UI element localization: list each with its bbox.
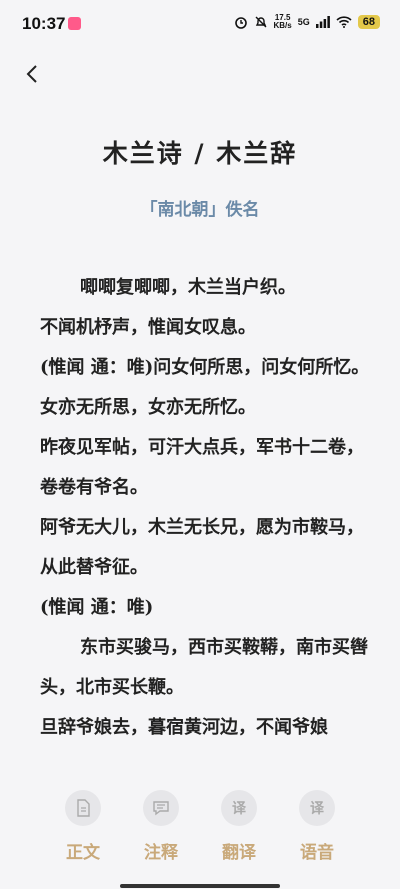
- status-time: 10:37: [22, 14, 66, 33]
- poem-line: 东市买骏马，西市买鞍鞯，南市买辔头，北市买长鞭。: [40, 637, 368, 698]
- tab-label: 语音: [300, 843, 334, 863]
- tab-label: 正文: [66, 843, 100, 863]
- tab-label: 注释: [144, 843, 178, 863]
- poem-line: 女亦无所思，女亦无所忆。: [40, 397, 256, 418]
- poem-line: (惟闻 通：唯)问女何所思，问女何所忆。: [40, 357, 370, 378]
- audio-icon: 译: [310, 801, 324, 817]
- tab-translation[interactable]: 译 翻译: [209, 790, 269, 863]
- app-notification-icon: [68, 17, 81, 30]
- net-speed: 17.5 KB/s: [273, 13, 292, 30]
- status-bar: 10:37 17.5 KB/s 5G 68: [0, 0, 400, 48]
- poem-author[interactable]: 「南北朝」佚名: [0, 195, 400, 220]
- status-icons: 17.5 KB/s 5G 68: [234, 13, 380, 30]
- poem-line: (惟闻 通：唯): [40, 597, 154, 618]
- alarm-icon: [234, 17, 247, 29]
- tab-notes[interactable]: 注释: [131, 790, 191, 863]
- mute-bell-icon: [255, 16, 266, 28]
- network-type: 5G: [297, 17, 310, 27]
- translate-icon: 译: [232, 801, 246, 817]
- poem-line: 唧唧复唧唧，木兰当户织。: [80, 277, 296, 298]
- poem-body: 唧唧复唧唧，木兰当户织。 不闻机杼声，惟闻女叹息。 (惟闻 通：唯)问女何所思，…: [40, 268, 370, 768]
- poem-line: 不闻机杼声，惟闻女叹息。: [40, 317, 256, 338]
- poem-line: 阿爷无大儿，木兰无长兄，愿为市鞍马，从此替爷征。: [40, 517, 364, 578]
- home-indicator[interactable]: [120, 884, 280, 888]
- tab-text[interactable]: 正文: [53, 790, 113, 863]
- comment-icon: [153, 801, 169, 816]
- battery-icon: 68: [357, 15, 380, 29]
- bottom-tab-bar: 正文 注释 译 翻译 译 语音: [0, 778, 400, 889]
- back-button[interactable]: [18, 60, 46, 88]
- signal-icon: [315, 16, 330, 28]
- poem-title: 木兰诗 / 木兰辞: [102, 139, 298, 168]
- tab-label: 翻译: [222, 843, 256, 863]
- wifi-icon: [336, 16, 352, 28]
- document-icon: [77, 799, 90, 817]
- poem-line: 昨夜见军帖，可汗大点兵，军书十二卷，卷卷有爷名。: [40, 437, 364, 498]
- tab-audio[interactable]: 译 语音: [287, 790, 347, 863]
- chevron-left-icon: [26, 65, 37, 83]
- poem-line: 旦辞爷娘去，暮宿黄河边，不闻爷娘: [40, 717, 328, 738]
